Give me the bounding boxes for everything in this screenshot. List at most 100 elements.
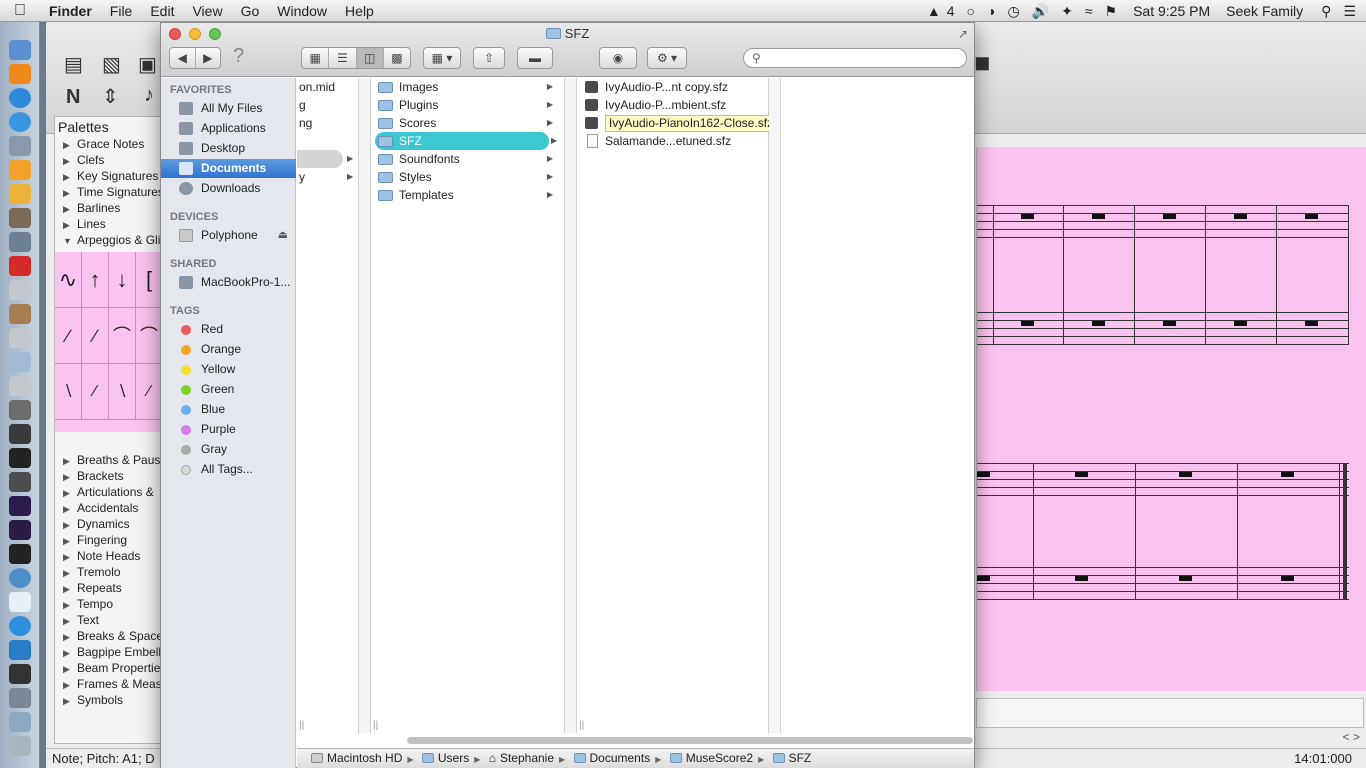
folder-scores[interactable]: Scores ▶ [375, 114, 557, 132]
dock-star-icon[interactable] [9, 424, 31, 444]
volume-icon[interactable]: 🔊 [1026, 3, 1055, 20]
slide-cell[interactable]: ⌒ [109, 308, 136, 364]
sidebar-item-polyphone[interactable]: Polyphone ⏏ [161, 226, 296, 245]
path-documents[interactable]: Documents [573, 749, 650, 768]
apple-menu-icon[interactable]:  [0, 2, 40, 20]
arpeggio-cell[interactable]: ∿ [55, 252, 82, 308]
folder-styles[interactable]: Styles ▶ [375, 168, 557, 186]
palette-symbols[interactable]: ▶ Symbols [63, 693, 123, 707]
dock-safari-icon[interactable] [9, 112, 31, 132]
dock-premiere-icon[interactable] [9, 520, 31, 540]
palette-tremolo[interactable]: ▶ Tremolo [63, 565, 121, 579]
folder-plugins[interactable]: Plugins ▶ [375, 96, 557, 114]
dock-itunes-icon[interactable] [9, 88, 31, 108]
folder-images[interactable]: Images ▶ [375, 78, 557, 96]
doit-cell[interactable]: ∕ [82, 364, 109, 420]
note-input-button[interactable]: N [66, 86, 80, 109]
file-salamander[interactable]: Salamande...etuned.sfz [581, 132, 731, 150]
path-macintosh-hd[interactable]: Macintosh HD [311, 749, 402, 768]
dock-search-icon[interactable] [9, 568, 31, 588]
palette-breaths[interactable]: ▶ Breaths & Pauses [63, 453, 173, 467]
list-item[interactable]: ng [297, 114, 312, 132]
dock-after-effects-icon[interactable] [9, 496, 31, 516]
forward-button[interactable]: ▶ [196, 48, 221, 68]
adobe-icon[interactable]: ▲ [921, 3, 947, 19]
column-resize-handle[interactable]: || [373, 720, 378, 731]
sidebar-tag-blue[interactable]: Blue [161, 400, 296, 419]
scoop-cell[interactable]: ∕ [136, 364, 163, 420]
sidebar-tag-green[interactable]: Green [161, 380, 296, 399]
finder-titlebar[interactable]: SFZ ↗ ◀ ▶ ? ▦ ☰ ◫ ▩ ▦ ▾ ⇧ ▬ ◉ ⚙ ▾ ⚲ [161, 23, 974, 77]
dock-vlc-icon[interactable] [9, 64, 31, 84]
sidebar-item-macbookpro[interactable]: MacBookPro-1... [161, 273, 296, 292]
list-view-button[interactable]: ☰ [329, 48, 357, 68]
glissando-cell[interactable]: ∕ [55, 308, 82, 364]
palette-arpeggios[interactable]: ▼ Arpeggios & Gli [63, 233, 160, 247]
column-resize-handle[interactable]: || [299, 720, 304, 731]
palette-barlines[interactable]: ▶ Barlines [63, 201, 120, 215]
dock-rocket-icon[interactable] [9, 136, 31, 156]
palette-lines[interactable]: ▶ Lines [63, 217, 106, 231]
palette-note-heads[interactable]: ▶ Note Heads [63, 549, 140, 563]
dock-trash-icon[interactable] [9, 736, 31, 756]
save-icon[interactable]: ▣ [138, 52, 157, 77]
dock-preview-icon[interactable] [9, 352, 31, 372]
menu-help[interactable]: Help [336, 3, 383, 19]
back-button[interactable]: ◀ [170, 48, 196, 68]
dock-app-icon[interactable] [9, 664, 31, 684]
dock-app-icon[interactable] [9, 304, 31, 324]
arrange-button[interactable]: ▦ ▾ [423, 47, 461, 69]
folder-templates[interactable]: Templates ▶ [375, 186, 557, 204]
sidebar-tag-red[interactable]: Red [161, 320, 296, 339]
palette-tempo[interactable]: ▶ Tempo [63, 597, 113, 611]
palette-key-signatures[interactable]: ▶ Key Signatures [63, 169, 158, 183]
dock-unknown-icon[interactable] [9, 280, 31, 300]
search-input[interactable]: ⚲ [743, 48, 967, 68]
path-musescore2[interactable]: MuseScore2 [669, 749, 753, 768]
list-item-selected-inactive[interactable] [297, 150, 343, 168]
sidebar-tag-purple[interactable]: Purple [161, 420, 296, 439]
icon-view-button[interactable]: ▦ [302, 48, 330, 68]
spotlight-icon[interactable]: ⚲ [1315, 3, 1337, 20]
dock-musescore-icon[interactable] [9, 592, 31, 612]
list-item[interactable]: g [297, 96, 306, 114]
column-resize-handle[interactable]: || [579, 720, 584, 731]
dock-piano-icon[interactable] [9, 448, 31, 468]
action-gear-button[interactable]: ⚙ ▾ [647, 47, 687, 69]
path-users[interactable]: Users [421, 749, 469, 768]
fall-cell[interactable]: ∖ [55, 364, 82, 420]
menu-edit[interactable]: Edit [141, 3, 183, 19]
score-canvas[interactable] [976, 147, 1366, 691]
bracket-arpeggio-cell[interactable]: [ [136, 252, 163, 308]
quick-look-button[interactable]: ◉ [599, 47, 637, 69]
palette-dynamics[interactable]: ▶ Dynamics [63, 517, 130, 531]
menu-view[interactable]: View [183, 3, 231, 19]
column-view-button[interactable]: ◫ [356, 48, 384, 68]
dock-piano-icon[interactable] [9, 544, 31, 564]
dock-app-icon[interactable] [9, 640, 31, 660]
path-stephanie[interactable]: ⌂ Stephanie [489, 749, 554, 768]
arpeggio-down-cell[interactable]: ↓ [109, 252, 136, 308]
menu-go[interactable]: Go [232, 3, 269, 19]
palette-fingering[interactable]: ▶ Fingering [63, 533, 127, 547]
open-folder-icon[interactable]: ▧ [102, 52, 121, 77]
dock-downloads-icon[interactable] [9, 712, 31, 732]
file-ivyaudio-ambient-copy[interactable]: IvyAudio-P...nt copy.sfz [581, 78, 728, 96]
dock-unknown-icon[interactable] [9, 328, 31, 348]
eject-icon[interactable]: ⏏ [278, 226, 288, 245]
dock-app-icon[interactable] [9, 472, 31, 492]
flag-icon[interactable]: ⚑ [1099, 3, 1124, 20]
fullscreen-icon[interactable]: ↗ [958, 27, 968, 41]
file-ivyaudio-ambient[interactable]: IvyAudio-P...mbient.sfz [581, 96, 726, 114]
sidebar-item-desktop[interactable]: Desktop [161, 139, 296, 158]
folder-sfz[interactable]: SFZ [375, 132, 549, 150]
palette-accidentals[interactable]: ▶ Accidentals [63, 501, 138, 515]
path-sfz[interactable]: SFZ [772, 749, 811, 768]
palette-clefs[interactable]: ▶ Clefs [63, 153, 104, 167]
menu-file[interactable]: File [101, 3, 142, 19]
glissando-wavy-cell[interactable]: ∕ [82, 308, 109, 364]
sidebar-tag-yellow[interactable]: Yellow [161, 360, 296, 379]
night-mode-icon[interactable]: ◑ [981, 3, 1001, 19]
note-icon[interactable]: ♪ [144, 84, 154, 107]
sidebar-item-documents[interactable]: Documents [161, 159, 296, 178]
